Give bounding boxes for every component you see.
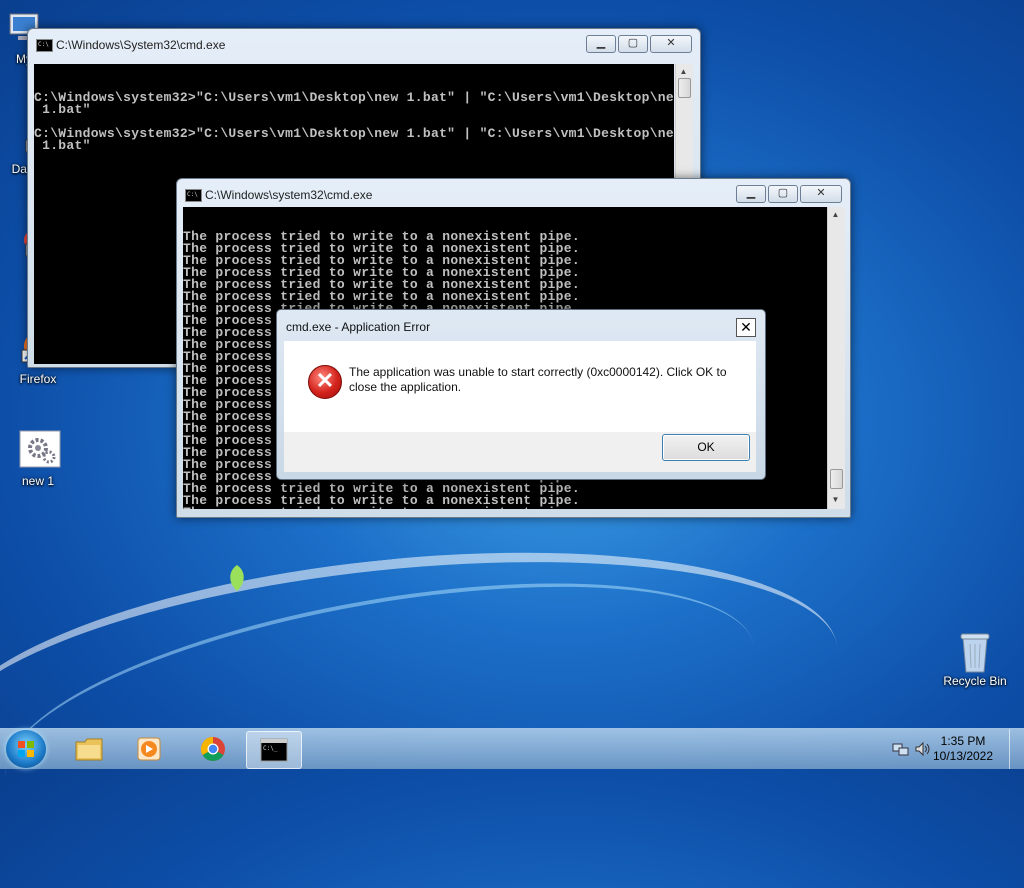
desktop-icon-label: Firefox (19, 372, 57, 386)
window-title: C:\Windows\system32\cmd.exe (205, 188, 373, 202)
desktop-icon-label: new 1 (21, 474, 55, 488)
scroll-up-icon[interactable]: ▲ (677, 65, 690, 78)
ok-button[interactable]: OK (662, 434, 750, 461)
title-bar[interactable]: C:\Windows\system32\cmd.exe ▁ ▢ ✕ (177, 179, 850, 207)
desktop-icon-new-1[interactable]: new 1 (0, 430, 76, 488)
cmd-icon (185, 189, 202, 202)
taskbar: C:\_ 1:35 PM 10/13/2022 (0, 728, 1024, 769)
folder-icon (75, 738, 103, 761)
close-button[interactable]: ✕ (650, 35, 692, 53)
windows-flag-icon (18, 741, 34, 757)
dialog-body: ✕ The application was unable to start co… (284, 341, 756, 432)
close-icon: ✕ (666, 37, 676, 49)
taskbar-media-player[interactable] (122, 731, 176, 767)
chrome-icon (200, 737, 225, 762)
wallpaper-swoosh (0, 513, 852, 877)
start-button[interactable] (6, 730, 46, 768)
scroll-thumb[interactable] (678, 78, 691, 98)
dialog-footer: OK (284, 432, 756, 472)
clock-date: 10/13/2022 (932, 749, 994, 763)
console-line: 1.bat" (34, 102, 91, 117)
console-line: The process tried to write to a nonexist… (183, 506, 827, 509)
cmd-icon: C:\_ (260, 738, 288, 762)
desktop-icon-recycle-bin[interactable]: Recycle Bin (937, 630, 1013, 688)
error-icon: ✕ (308, 365, 342, 399)
scroll-thumb[interactable] (830, 469, 843, 489)
close-button[interactable]: ✕ (800, 185, 842, 203)
dialog-close-button[interactable]: ✕ (736, 318, 756, 337)
console-line: C:\Windows\system32>"C:\Users\vm1\Deskto… (34, 126, 674, 141)
window-title: C:\Windows\System32\cmd.exe (56, 38, 226, 52)
minimize-icon: ▁ (596, 37, 606, 49)
maximize-icon: ▢ (777, 187, 789, 199)
console-line: C:\Windows\system32>"C:\Users\vm1\Deskto… (34, 90, 674, 105)
recycle-bin-icon (955, 630, 995, 673)
close-icon: ✕ (816, 187, 826, 199)
maximize-icon: ▢ (627, 37, 639, 49)
error-message: The application was unable to start corr… (349, 365, 727, 394)
network-icon[interactable] (892, 741, 910, 757)
svg-text:C:\_: C:\_ (263, 745, 278, 752)
wallpaper-leaf-icon (230, 565, 244, 591)
maximize-button[interactable]: ▢ (618, 35, 648, 53)
clock[interactable]: 1:35 PM 10/13/2022 (928, 734, 998, 764)
taskbar-windows-explorer[interactable] (62, 731, 116, 767)
minimize-button[interactable]: ▁ (586, 35, 616, 53)
cmd-icon (36, 39, 53, 52)
minimize-icon: ▁ (746, 187, 756, 199)
console-line: 1.bat" (34, 138, 91, 153)
taskbar-cmd[interactable]: C:\_ (246, 731, 302, 769)
title-bar[interactable]: C:\Windows\System32\cmd.exe ▁ ▢ ✕ (28, 29, 700, 57)
scroll-down-icon[interactable]: ▼ (829, 493, 842, 506)
wallpaper-swoosh (0, 535, 774, 888)
application-error-dialog[interactable]: cmd.exe - Application Error ✕ ✕ The appl… (276, 309, 766, 480)
vertical-scrollbar[interactable]: ▲ ▼ (827, 207, 845, 509)
console-lines: C:\Windows\system32>"C:\Users\vm1\Deskto… (34, 90, 674, 153)
media-player-icon (137, 737, 161, 761)
desktop-icon-label: Recycle Bin (943, 674, 1007, 688)
batch-file-gear-icon (18, 430, 61, 470)
minimize-button[interactable]: ▁ (736, 185, 766, 203)
system-tray: 1:35 PM 10/13/2022 (884, 729, 1024, 769)
clock-time: 1:35 PM (940, 734, 986, 748)
taskbar-chrome[interactable] (186, 731, 240, 767)
maximize-button[interactable]: ▢ (768, 185, 798, 203)
dialog-title: cmd.exe - Application Error (286, 320, 431, 334)
scroll-up-icon[interactable]: ▲ (829, 208, 842, 221)
show-desktop-button[interactable] (1009, 729, 1024, 769)
